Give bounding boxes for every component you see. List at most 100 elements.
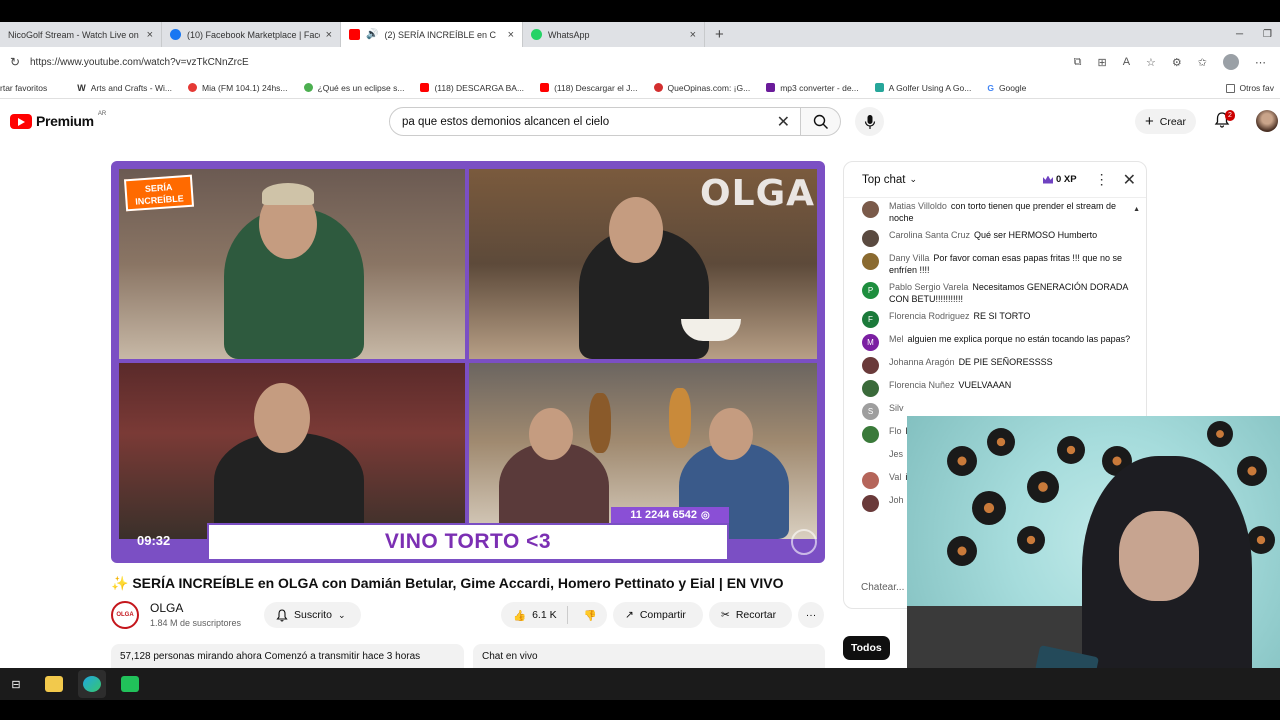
read-aloud-icon[interactable]: A	[1123, 56, 1130, 68]
star-icon[interactable]: ☆	[1146, 56, 1156, 69]
chat-author-avatar[interactable]	[862, 495, 879, 512]
clip-button[interactable]: ✂ Recortar	[709, 602, 792, 628]
chat-author-avatar[interactable]	[862, 357, 879, 374]
chat-author-name[interactable]: Dany Villa	[889, 253, 929, 263]
chat-header: Top chat ⌄ 0 XP ⋮ ✕	[844, 162, 1146, 198]
extensions-icon[interactable]: ⚙	[1172, 56, 1182, 69]
maximize-button[interactable]: ❐	[1263, 29, 1272, 40]
search-input[interactable]: pa que estos demonios alcancen el cielo	[402, 116, 777, 128]
chat-author-avatar[interactable]: M	[862, 334, 879, 351]
bookmark[interactable]: QueOpinas.com: ¡G...	[646, 83, 759, 93]
apps-icon[interactable]: ⊞	[1097, 56, 1106, 69]
chat-author-avatar[interactable]	[862, 449, 879, 466]
tab-nicogolf[interactable]: NicoGolf Stream - Watch Live on ×	[0, 22, 162, 47]
whatsapp-icon	[531, 29, 542, 40]
chat-author-avatar[interactable]	[862, 230, 879, 247]
close-icon[interactable]: ×	[326, 29, 332, 41]
tab-facebook[interactable]: (10) Facebook Marketplace | Face ×	[162, 22, 341, 47]
dislike-button[interactable]: 👎	[574, 609, 607, 622]
refresh-icon[interactable]: ↻	[0, 55, 30, 69]
clear-icon[interactable]: ✕	[777, 112, 800, 132]
vinyl-record	[947, 446, 977, 476]
chat-author-avatar[interactable]	[862, 472, 879, 489]
taskbar: ⊟	[0, 668, 1280, 700]
chat-author-name[interactable]: Joh	[889, 495, 904, 505]
chat-author-name[interactable]: Florencia Nuñez	[889, 380, 955, 390]
app-button[interactable]	[116, 670, 144, 698]
bookmark-label: Arts and Crafts - Wi...	[90, 82, 172, 93]
video-frame-bottom-left	[119, 363, 465, 539]
chat-input[interactable]: Chatear...	[861, 582, 904, 593]
edge-button[interactable]	[78, 670, 106, 698]
chat-author-avatar[interactable]	[862, 201, 879, 218]
chat-author-name[interactable]: Pablo Sergio Varela	[889, 282, 968, 292]
chat-author-avatar[interactable]: F	[862, 311, 879, 328]
tab-youtube[interactable]: 🔊 (2) SERÍA INCREÍBLE en C ×	[341, 22, 523, 47]
chat-author-name[interactable]: Val	[889, 472, 901, 482]
bookmark[interactable]: G Google	[979, 83, 1034, 93]
xp-badge[interactable]: 0 XP	[1042, 174, 1077, 185]
close-icon[interactable]: ×	[147, 29, 153, 41]
chat-author-name[interactable]: Jes	[889, 449, 903, 459]
bookmark[interactable]: W Arts and Crafts - Wi...	[69, 83, 180, 93]
chat-message: F Florencia Rodriguez RE SI TORTO	[862, 308, 1136, 331]
chat-author-avatar[interactable]: P	[862, 282, 879, 299]
chat-menu-icon[interactable]: ⋮	[1095, 171, 1109, 188]
create-button[interactable]: + Crear	[1135, 109, 1197, 134]
tab-label: NicoGolf Stream - Watch Live on	[8, 29, 139, 40]
more-actions-button[interactable]: ···	[798, 602, 824, 628]
show-logo: SERÍA INCREÍBLE	[123, 174, 195, 212]
description-box[interactable]: 57,128 personas mirando ahora Comenzó a …	[111, 644, 464, 668]
speaker-icon[interactable]: 🔊	[366, 29, 378, 40]
chat-author-name[interactable]: Flo	[889, 426, 902, 436]
chat-author-name[interactable]: Florencia Rodriguez	[889, 311, 970, 321]
chat-author-avatar[interactable]	[862, 380, 879, 397]
chat-author-name[interactable]: Johanna Aragón	[889, 357, 955, 367]
profile-avatar[interactable]	[1223, 54, 1239, 70]
like-button[interactable]: 👍 6.1 K	[501, 606, 568, 624]
chat-author-avatar[interactable]	[862, 426, 879, 443]
other-favorites[interactable]: Otros fav	[1225, 77, 1274, 99]
chat-author-avatar[interactable]	[862, 253, 879, 270]
translate-icon[interactable]: ⧉	[1074, 56, 1082, 69]
chat-mode-dropdown[interactable]: Top chat ⌄	[862, 174, 917, 186]
video-player[interactable]: SERÍA INCREÍBLE OLGA 09:32 11 2244 6542 …	[111, 161, 825, 563]
host-head	[529, 408, 573, 460]
bookmark[interactable]: (118) DESCARGA BA...	[412, 83, 532, 93]
chat-author-name[interactable]: Matias Villoldo	[889, 201, 947, 211]
close-icon[interactable]: ×	[508, 29, 514, 41]
channel-avatar[interactable]: OLGA	[111, 601, 139, 629]
chat-replay-header[interactable]: Chat en vivo	[473, 644, 825, 668]
favorites-icon[interactable]: ✩	[1198, 56, 1207, 69]
share-button[interactable]: ↗ Compartir	[613, 602, 703, 628]
chip-all[interactable]: Todos	[843, 636, 890, 660]
bookmark[interactable]: (118) Descargar el J...	[532, 83, 645, 93]
bookmark[interactable]: ¿Qué es un eclipse s...	[296, 83, 413, 93]
task-view-button[interactable]: ⊟	[2, 670, 30, 698]
bookmark[interactable]: mp3 converter - de...	[758, 83, 866, 93]
chat-message-text: alguien me explica porque no están tocan…	[907, 334, 1131, 344]
tab-whatsapp[interactable]: WhatsApp ×	[523, 22, 705, 47]
new-tab-button[interactable]: +	[705, 26, 734, 43]
minimize-button[interactable]: ─	[1236, 29, 1243, 40]
close-chat-icon[interactable]: ✕	[1123, 170, 1136, 190]
url-field[interactable]: https://www.youtube.com/watch?v=vzTkCNnZ…	[30, 57, 1074, 68]
youtube-logo[interactable]: Premium AR	[10, 111, 106, 129]
chat-author-name[interactable]: Carolina Santa Cruz	[889, 230, 970, 240]
chat-author-avatar[interactable]: S	[862, 403, 879, 420]
chat-author-name[interactable]: Mel	[889, 334, 904, 344]
channel-name[interactable]: OLGA	[150, 601, 183, 615]
search-button[interactable]	[801, 107, 841, 136]
bookmark[interactable]: rtar favoritos	[0, 83, 55, 93]
bookmark[interactable]: A Golfer Using A Go...	[867, 83, 980, 93]
bookmark-label: Mia (FM 104.1) 24hs...	[202, 82, 288, 93]
file-explorer-button[interactable]	[40, 670, 68, 698]
bookmark[interactable]: Mia (FM 104.1) 24hs...	[180, 83, 296, 93]
account-avatar[interactable]	[1256, 110, 1278, 132]
voice-search-button[interactable]	[855, 107, 884, 136]
chat-author-name[interactable]: Silv	[889, 403, 904, 413]
search-box[interactable]: pa que estos demonios alcancen el cielo …	[389, 107, 801, 136]
menu-icon[interactable]: ⋯	[1255, 56, 1266, 69]
subscribed-button[interactable]: Suscrito ⌄	[264, 602, 361, 628]
close-icon[interactable]: ×	[690, 29, 696, 41]
